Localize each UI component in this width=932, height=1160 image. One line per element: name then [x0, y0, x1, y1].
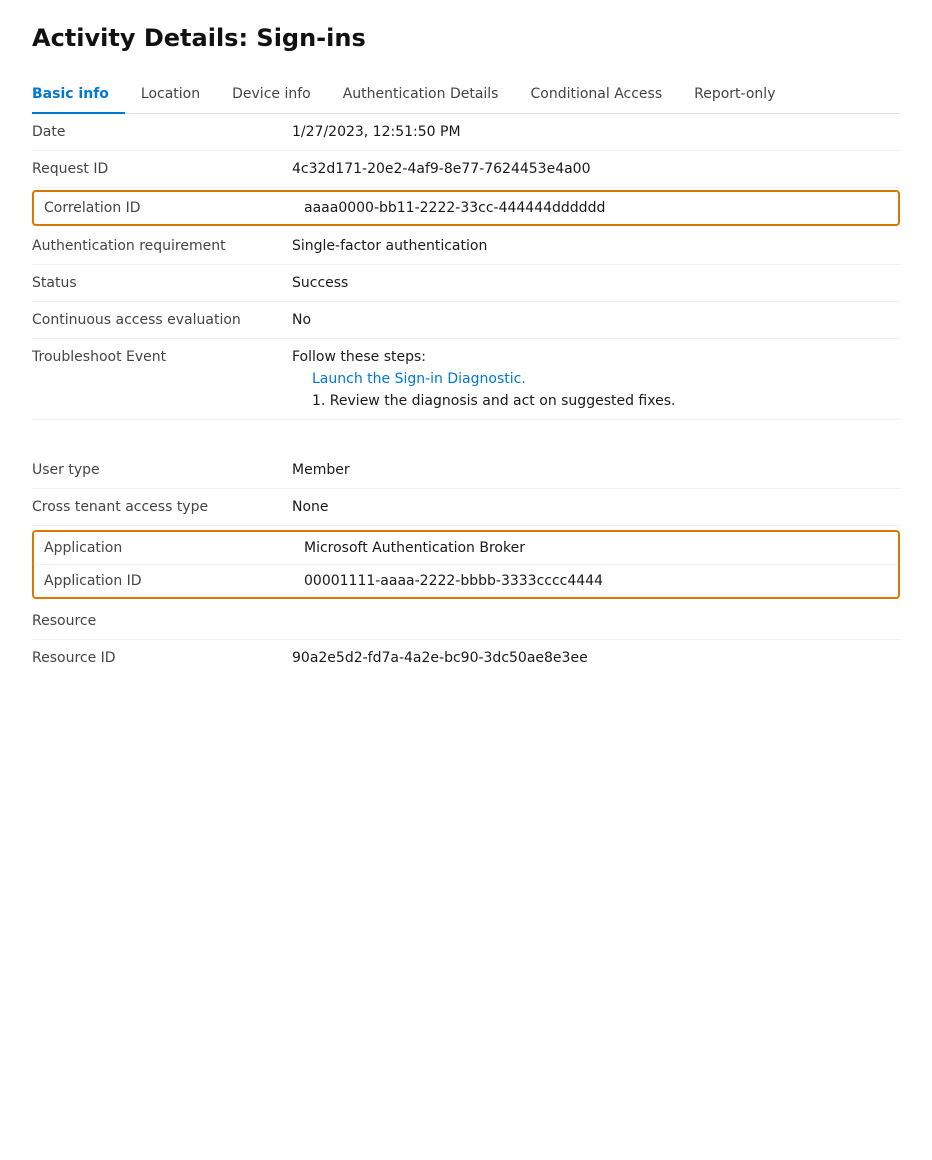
field-auth-requirement: Authentication requirement Single-factor…	[32, 228, 900, 265]
field-continuous-access: Continuous access evaluation No	[32, 302, 900, 339]
tab-conditional-access[interactable]: Conditional Access	[514, 76, 678, 114]
tab-device-info[interactable]: Device info	[216, 76, 327, 114]
request-id-label: Request ID	[32, 161, 292, 177]
cross-tenant-value: None	[292, 499, 900, 515]
field-resource: Resource	[32, 603, 900, 640]
troubleshoot-label: Troubleshoot Event	[32, 349, 292, 365]
continuous-access-value: No	[292, 312, 900, 328]
application-group: Application Microsoft Authentication Bro…	[32, 530, 900, 599]
field-cross-tenant: Cross tenant access type None	[32, 489, 900, 526]
auth-requirement-label: Authentication requirement	[32, 238, 292, 254]
auth-requirement-value: Single-factor authentication	[292, 238, 900, 254]
status-label: Status	[32, 275, 292, 291]
application-value: Microsoft Authentication Broker	[304, 540, 888, 556]
tab-auth-details[interactable]: Authentication Details	[327, 76, 515, 114]
application-id-label: Application ID	[44, 573, 304, 589]
user-type-value: Member	[292, 462, 900, 478]
tab-content: Date 1/27/2023, 12:51:50 PM Request ID 4…	[32, 114, 900, 676]
tab-bar: Basic info Location Device info Authenti…	[32, 76, 900, 114]
field-request-id: Request ID 4c32d171-20e2-4af9-8e77-76244…	[32, 151, 900, 188]
troubleshoot-link[interactable]: Launch the Sign-in Diagnostic.	[292, 371, 900, 387]
tab-report-only[interactable]: Report-only	[678, 76, 791, 114]
tab-basic-info[interactable]: Basic info	[32, 76, 125, 114]
request-id-value: 4c32d171-20e2-4af9-8e77-7624453e4a00	[292, 161, 900, 177]
field-user-type: User type Member	[32, 452, 900, 489]
date-label: Date	[32, 124, 292, 140]
cross-tenant-label: Cross tenant access type	[32, 499, 292, 515]
tab-location[interactable]: Location	[125, 76, 216, 114]
resource-label: Resource	[32, 613, 292, 629]
field-date: Date 1/27/2023, 12:51:50 PM	[32, 114, 900, 151]
resource-id-label: Resource ID	[32, 650, 292, 666]
field-application-id: Application ID 00001111-aaaa-2222-bbbb-3…	[34, 565, 898, 597]
date-value: 1/27/2023, 12:51:50 PM	[292, 124, 900, 140]
resource-id-value: 90a2e5d2-fd7a-4a2e-bc90-3dc50ae8e3ee	[292, 650, 900, 666]
field-resource-id: Resource ID 90a2e5d2-fd7a-4a2e-bc90-3dc5…	[32, 640, 900, 676]
continuous-access-label: Continuous access evaluation	[32, 312, 292, 328]
correlation-id-label: Correlation ID	[44, 200, 304, 216]
troubleshoot-follow-steps: Follow these steps:	[292, 349, 900, 365]
troubleshoot-value: Follow these steps: Launch the Sign-in D…	[292, 349, 900, 409]
status-value: Success	[292, 275, 900, 291]
page-title: Activity Details: Sign-ins	[32, 24, 900, 52]
troubleshoot-step1: 1. Review the diagnosis and act on sugge…	[292, 393, 900, 409]
application-label: Application	[44, 540, 304, 556]
field-status: Status Success	[32, 265, 900, 302]
user-type-label: User type	[32, 462, 292, 478]
correlation-id-value: aaaa0000-bb11-2222-33cc-444444dddddd	[304, 200, 888, 216]
field-application: Application Microsoft Authentication Bro…	[34, 532, 898, 565]
application-id-value: 00001111-aaaa-2222-bbbb-3333cccc4444	[304, 573, 888, 589]
field-troubleshoot: Troubleshoot Event Follow these steps: L…	[32, 339, 900, 420]
field-correlation-id: Correlation ID aaaa0000-bb11-2222-33cc-4…	[32, 190, 900, 226]
